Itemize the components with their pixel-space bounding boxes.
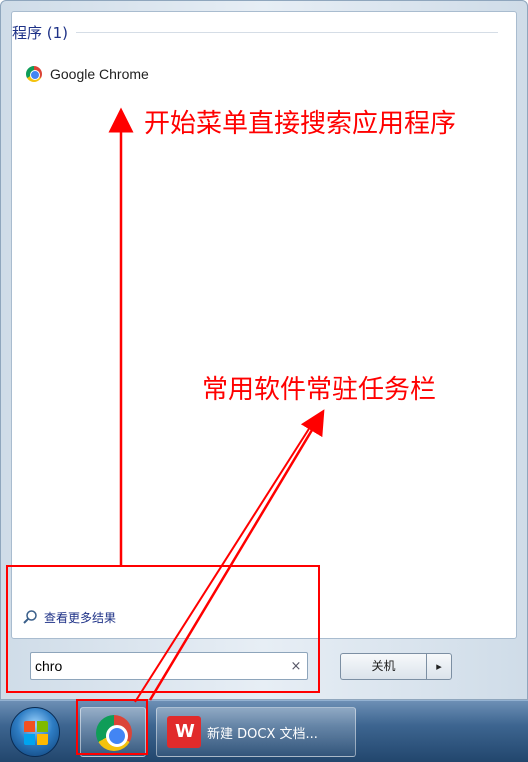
wps-writer-icon bbox=[167, 716, 201, 748]
taskbar-window-docx[interactable]: 新建 DOCX 文档... bbox=[156, 707, 356, 757]
taskbar-window-label: 新建 DOCX 文档... bbox=[207, 726, 318, 742]
section-divider bbox=[76, 31, 498, 33]
annotation-box-search-area bbox=[6, 565, 320, 693]
windows-logo-icon bbox=[24, 721, 48, 745]
annotation-search-note: 开始菜单直接搜索应用程序 bbox=[144, 109, 457, 139]
result-item-label: Google Chrome bbox=[50, 66, 149, 82]
result-item-google-chrome[interactable]: Google Chrome bbox=[26, 62, 149, 86]
shutdown-options-button[interactable]: ▸ bbox=[426, 653, 452, 680]
shutdown-button[interactable]: 关机 bbox=[340, 653, 426, 680]
section-title: 程序 (1) bbox=[12, 23, 69, 42]
start-button[interactable] bbox=[10, 707, 60, 757]
shutdown-group: 关机 ▸ bbox=[340, 653, 452, 680]
annotation-taskbar-note: 常用软件常驻任务栏 bbox=[202, 375, 437, 405]
chrome-icon bbox=[26, 66, 42, 82]
annotation-box-taskbar-chrome bbox=[76, 699, 148, 755]
section-header-programs: 程序 (1) bbox=[12, 22, 498, 42]
